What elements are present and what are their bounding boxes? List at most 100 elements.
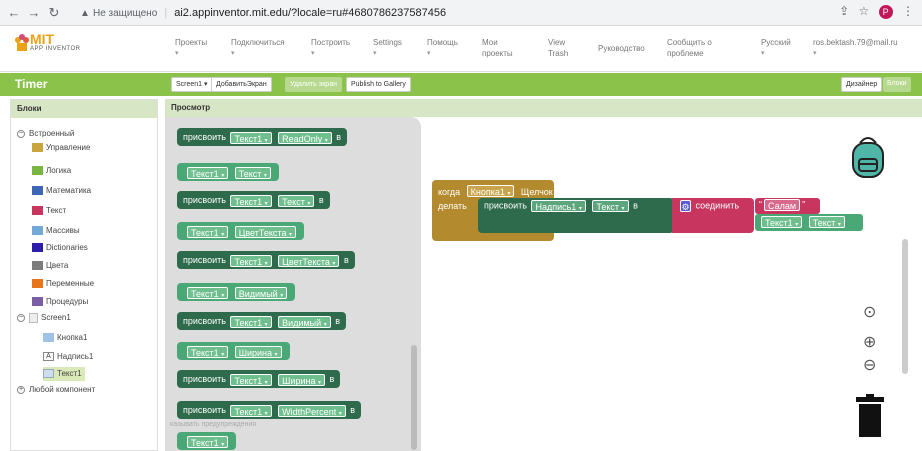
- component-textbox1[interactable]: Текст1: [43, 367, 85, 381]
- back-arrow-icon[interactable]: ←: [6, 5, 22, 21]
- property-dropdown[interactable]: ЦветТекста ▾: [278, 254, 340, 267]
- category-colors[interactable]: Цвета: [32, 259, 68, 273]
- property-dropdown[interactable]: ЦветТекста ▾: [234, 225, 296, 238]
- menu-projects[interactable]: Проекты ▾: [175, 37, 207, 59]
- property-dropdown[interactable]: Видимый ▾: [234, 286, 288, 299]
- component-dropdown[interactable]: Текст1 ▾: [230, 373, 272, 386]
- property-dropdown[interactable]: Ширина ▾: [278, 373, 325, 386]
- flyout-scrollbar[interactable]: [411, 345, 417, 450]
- menu-language[interactable]: Русский ▾: [761, 37, 791, 59]
- add-screen-button[interactable]: ДобавитьЭкран: [211, 77, 272, 92]
- event-do-label: делать: [438, 201, 467, 211]
- blocks-button[interactable]: Блоки: [883, 77, 911, 92]
- swatch-icon: [32, 243, 43, 253]
- menu-my-projects[interactable]: Мои проекты: [482, 37, 522, 59]
- collapse-icon[interactable]: −: [17, 313, 25, 322]
- component-dropdown[interactable]: Текст1 ▾: [187, 225, 229, 238]
- screen-select[interactable]: Screen1 ▾: [171, 77, 213, 92]
- menu-settings[interactable]: Settings ▾: [373, 37, 402, 59]
- component-dropdown[interactable]: Текст1 ▾: [230, 404, 272, 417]
- label-property-dropdown[interactable]: Текст ▾: [592, 200, 629, 212]
- star-icon[interactable]: ☆: [859, 4, 870, 18]
- swatch-icon: [32, 261, 43, 271]
- text-string-row: “Салам”: [759, 199, 806, 211]
- warning-icon: ▲: [80, 8, 90, 19]
- show-warnings-toggle[interactable]: казывать предупреждения: [170, 421, 256, 428]
- flyout-block-set-readonly[interactable]: присвоить Текст1 ▾ ReadOnly ▾ в: [177, 128, 348, 146]
- mutator-gear-icon[interactable]: ⚙: [680, 200, 691, 212]
- component-button1[interactable]: Кнопка1: [43, 331, 87, 345]
- address-bar[interactable]: ▲ Не защищено | ai2.appinventor.mit.edu/…: [80, 2, 820, 24]
- event-component-dropdown[interactable]: Кнопка1 ▾: [466, 184, 515, 197]
- category-logic[interactable]: Логика: [32, 164, 71, 178]
- expand-icon[interactable]: +: [17, 385, 25, 394]
- flyout-block-set-visible[interactable]: присвоить Текст1 ▾ Видимый ▾ в: [177, 312, 346, 330]
- label-component-dropdown[interactable]: Надпись1 ▾: [531, 200, 586, 212]
- string-value[interactable]: Салам: [764, 199, 801, 211]
- logo-subtitle: APP INVENTOR: [30, 46, 81, 52]
- property-dropdown[interactable]: Видимый ▾: [278, 315, 331, 328]
- tree-screen1[interactable]: − Screen1: [17, 311, 71, 325]
- user-email[interactable]: ros.bektash.79@mail.ru ▾: [813, 37, 898, 59]
- remove-screen-button[interactable]: Удалить экран: [285, 77, 342, 92]
- flyout-block-get-width[interactable]: Текст1 ▾ Ширина ▾: [177, 342, 290, 360]
- workspace-scrollbar[interactable]: [902, 239, 908, 374]
- collapse-icon[interactable]: −: [17, 129, 25, 138]
- forward-arrow-icon[interactable]: →: [26, 5, 42, 21]
- menu-view-trash[interactable]: View Trash: [548, 37, 578, 59]
- component-dropdown[interactable]: Текст1 ▾: [230, 254, 272, 267]
- backpack-icon[interactable]: [850, 133, 886, 179]
- category-dictionaries[interactable]: Dictionaries: [32, 241, 88, 255]
- getter-component-dropdown[interactable]: Текст1 ▾: [761, 216, 803, 228]
- trash-icon[interactable]: [854, 394, 886, 438]
- tree-builtin[interactable]: − Встроенный: [17, 127, 74, 141]
- join-row: ⚙ соединить: [680, 200, 740, 212]
- component-dropdown[interactable]: Текст1 ▾: [187, 435, 229, 448]
- component-label1[interactable]: A Надпись1: [43, 350, 93, 364]
- flyout-block-set-textcolor[interactable]: присвоить Текст1 ▾ ЦветТекста ▾ в: [177, 251, 355, 269]
- avatar[interactable]: P: [878, 5, 893, 19]
- component-dropdown[interactable]: Текст1 ▾: [187, 345, 229, 358]
- zoom-out-icon[interactable]: ⊖: [863, 355, 876, 375]
- component-dropdown[interactable]: Текст1 ▾: [230, 131, 272, 144]
- flyout-block-get-visible[interactable]: Текст1 ▾ Видимый ▾: [177, 283, 296, 301]
- zoom-in-icon[interactable]: ⊕: [863, 332, 876, 352]
- tree-any-component[interactable]: + Любой компонент: [17, 383, 95, 397]
- component-dropdown[interactable]: Текст1 ▾: [187, 286, 229, 299]
- menu-help[interactable]: Помощь ▾: [427, 37, 458, 59]
- category-math[interactable]: Математика: [32, 184, 91, 198]
- property-dropdown[interactable]: Текст ▾: [278, 194, 315, 207]
- flyout-block-set-width[interactable]: присвоить Текст1 ▾ Ширина ▾ в: [177, 370, 341, 388]
- publish-gallery-button[interactable]: Publish to Gallery: [346, 77, 411, 92]
- menu-report-issue[interactable]: Сообщить о проблеме: [667, 37, 727, 59]
- flyout-block-get-textcolor[interactable]: Текст1 ▾ ЦветТекста ▾: [177, 222, 304, 240]
- property-dropdown[interactable]: Текст ▾: [234, 166, 271, 179]
- property-dropdown[interactable]: ReadOnly ▾: [278, 131, 332, 144]
- property-dropdown[interactable]: WidthPercent ▾: [278, 404, 346, 417]
- category-procedures[interactable]: Процедуры: [32, 295, 88, 309]
- category-lists[interactable]: Массивы: [32, 224, 80, 238]
- getter-property-dropdown[interactable]: Текст ▾: [808, 216, 845, 228]
- component-dropdown[interactable]: Текст1 ▾: [230, 315, 272, 328]
- flyout-block-set-widthpercent[interactable]: присвоить Текст1 ▾ WidthPercent ▾ в: [177, 401, 362, 419]
- category-variables[interactable]: Переменные: [32, 277, 94, 291]
- mit-logo-icon[interactable]: [14, 33, 30, 53]
- category-control[interactable]: Управление: [32, 141, 90, 155]
- swatch-icon: [32, 297, 43, 307]
- component-dropdown[interactable]: Текст1 ▾: [187, 166, 229, 179]
- share-icon[interactable]: ⇪: [839, 4, 849, 18]
- more-icon[interactable]: ⋮: [902, 4, 914, 18]
- url-text[interactable]: ai2.appinventor.mit.edu/?locale=ru#46807…: [174, 7, 446, 19]
- flyout-block-get-text[interactable]: Текст1 ▾ Текст ▾: [177, 163, 279, 181]
- component-dropdown[interactable]: Текст1 ▾: [230, 194, 272, 207]
- designer-button[interactable]: Дизайнер: [841, 77, 883, 92]
- center-target-icon[interactable]: ⊙: [863, 302, 876, 322]
- reload-icon[interactable]: ↻: [46, 5, 62, 21]
- flyout-block-get-textbox[interactable]: Текст1 ▾: [177, 432, 237, 450]
- flyout-block-set-text[interactable]: присвоить Текст1 ▾ Текст ▾ в: [177, 191, 330, 209]
- menu-build[interactable]: Построить ▾: [311, 37, 350, 59]
- category-text[interactable]: Текст: [32, 204, 66, 218]
- property-dropdown[interactable]: Ширина ▾: [234, 345, 282, 358]
- menu-connect[interactable]: Подключиться ▾: [231, 37, 285, 59]
- menu-guide[interactable]: Руководство: [598, 43, 645, 54]
